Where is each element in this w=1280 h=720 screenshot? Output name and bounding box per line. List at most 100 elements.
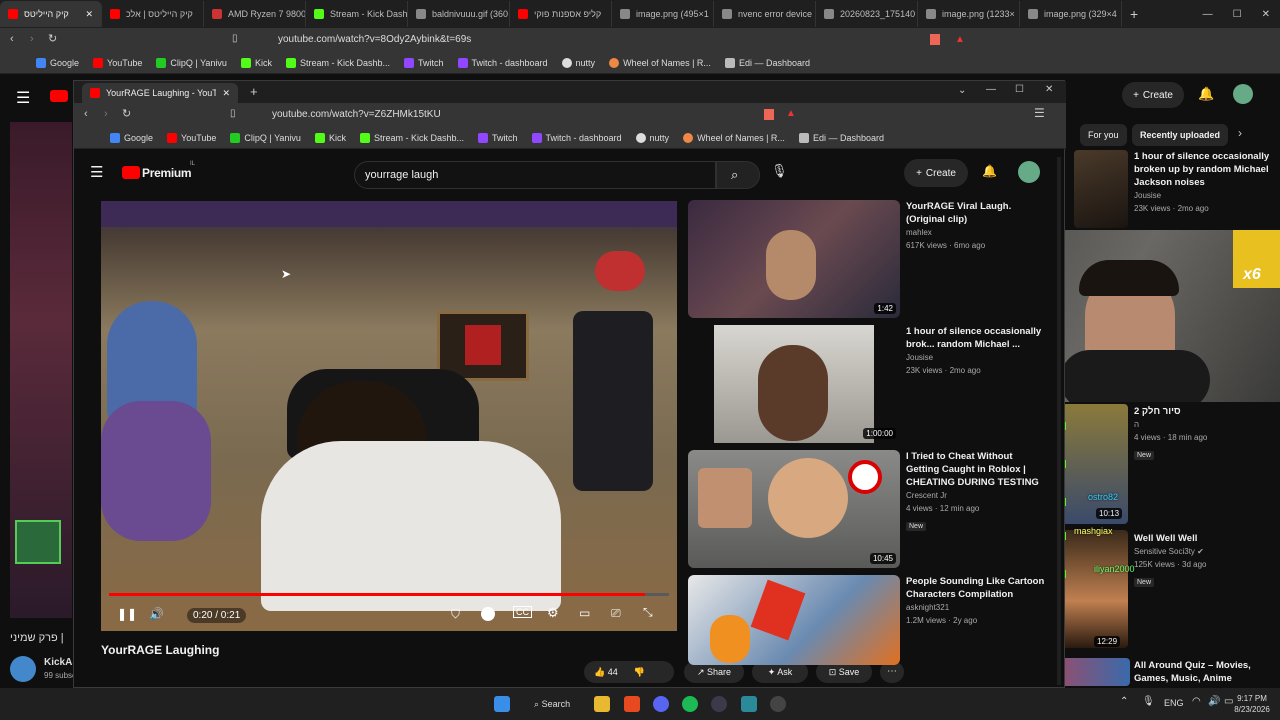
new-tab-icon[interactable]: + xyxy=(1130,6,1138,22)
bookmark-kick[interactable]: Kick xyxy=(314,132,346,143)
windows-start-icon[interactable] xyxy=(494,696,510,712)
back-icon[interactable]: ‹ xyxy=(10,33,14,45)
file-explorer-icon[interactable] xyxy=(594,696,610,712)
captions-icon[interactable]: CC xyxy=(513,606,532,618)
right-card-3[interactable]: Well Well Well Sensitive Soci3ty ✔ 125K … xyxy=(1134,532,1270,589)
forward-icon[interactable]: › xyxy=(104,108,108,120)
maximize-icon[interactable]: ☐ xyxy=(1223,9,1252,20)
clock[interactable]: 9:17 PM 8/23/2026 xyxy=(1230,693,1274,715)
new-tab-icon[interactable]: + xyxy=(250,84,258,99)
reload-icon[interactable]: ↻ xyxy=(48,32,57,45)
right-card-1[interactable]: 1 hour of silence occasionally broken up… xyxy=(1134,150,1270,215)
bookmark-kick[interactable]: Kick xyxy=(240,57,272,68)
bookmark-icon[interactable]: ▯ xyxy=(232,33,238,44)
spotify-icon[interactable] xyxy=(682,696,698,712)
recommendation-title[interactable]: People Sounding Like Cartoon Characters … xyxy=(906,575,1046,601)
scrollbar[interactable] xyxy=(1057,157,1061,685)
bookmark-clipq[interactable]: ClipQ | Yanivu xyxy=(230,132,301,143)
recommendation-card[interactable]: 1:00:00 1 hour of silence occasionally b… xyxy=(688,325,1058,445)
pause-icon[interactable]: ❚❚ xyxy=(117,607,137,621)
fullscreen-icon[interactable]: ⤡ xyxy=(643,605,653,620)
bookmark-youtube[interactable]: YouTube xyxy=(93,57,142,68)
outer-tab[interactable]: קיק הייליטס | אלכ xyxy=(102,1,204,27)
outer-tab[interactable]: קליפ אספנות פוקי xyxy=(510,1,612,27)
recommendation-channel[interactable]: Jousise xyxy=(906,351,1046,364)
like-button[interactable]: 👍 44 xyxy=(594,667,618,678)
bookmark-nutty[interactable]: nutty xyxy=(635,132,669,143)
outer-tab[interactable]: nvenc error device xyxy=(714,1,816,27)
shield-icon[interactable]: ⛉ xyxy=(451,607,460,622)
search-button[interactable]: ⌕ xyxy=(716,161,760,189)
tab-search-icon[interactable]: ⌄ xyxy=(958,85,966,96)
minimize-icon[interactable]: — xyxy=(1193,9,1223,20)
recommendation-channel[interactable]: Crescent Jr xyxy=(906,489,1046,502)
avatar[interactable] xyxy=(1233,84,1253,104)
forward-icon[interactable]: › xyxy=(30,33,34,45)
close-icon[interactable]: ✕ xyxy=(222,88,230,99)
app-icon[interactable] xyxy=(741,696,757,712)
outer-tab[interactable]: קיק הייליטס ✕ xyxy=(0,1,102,27)
chevron-up-icon[interactable]: ⌃ xyxy=(1120,696,1128,707)
right-card-2[interactable]: סיור חלק 2 ה 4 views · 18 min ago New xyxy=(1134,405,1270,462)
volume-icon[interactable]: 🔊 xyxy=(1208,696,1220,707)
bookmark-twitch-dashboard[interactable]: Twitch - dashboard xyxy=(457,57,548,68)
outer-tab[interactable]: image.png (495×1 xyxy=(612,1,714,27)
rewards-icon[interactable]: ▲ xyxy=(786,108,796,119)
bookmark-edi[interactable]: Edi — Dashboard xyxy=(798,132,884,143)
avatar[interactable] xyxy=(1018,161,1040,183)
bookmark-twitch[interactable]: Twitch xyxy=(477,132,518,143)
right-card-4[interactable]: All Around Quiz – Movies, Games, Music, … xyxy=(1134,659,1274,685)
minimize-icon[interactable]: — xyxy=(986,84,996,95)
right-thumb-1[interactable] xyxy=(1074,150,1128,228)
outer-address-bar[interactable]: youtube.com/watch?v=8Ody2Aybink&t=69s xyxy=(252,31,892,49)
menu-icon[interactable]: ☰ xyxy=(16,88,30,108)
recommendation-thumbnail[interactable]: 10:45 xyxy=(688,450,900,568)
volume-icon[interactable]: 🔊 xyxy=(149,607,164,621)
bookmark-youtube[interactable]: YouTube xyxy=(167,132,216,143)
bookmark-twitch[interactable]: Twitch xyxy=(403,57,444,68)
inner-tab[interactable]: YourRAGE Laughing - YouTub ✕ xyxy=(82,83,238,103)
chip-recently-uploaded[interactable]: Recently uploaded xyxy=(1132,124,1229,146)
close-window-icon[interactable]: ✕ xyxy=(1045,84,1053,95)
bookmark-nutty[interactable]: nutty xyxy=(561,57,595,68)
outer-tab[interactable]: image.png (1233× xyxy=(918,1,1020,27)
bookmark-icon[interactable]: ▯ xyxy=(230,108,236,119)
recommendation-card[interactable]: People Sounding Like Cartoon Characters … xyxy=(688,575,1058,665)
bookmark-wheel[interactable]: Wheel of Names | R... xyxy=(609,57,711,68)
outer-tab[interactable]: baldnivuuu.gif (360 xyxy=(408,1,510,27)
bookmark-wheel[interactable]: Wheel of Names | R... xyxy=(683,132,785,143)
brave-icon[interactable] xyxy=(624,696,640,712)
settings-icon[interactable]: ⚙ xyxy=(547,605,559,621)
recommendation-card[interactable]: 10:45 I Tried to Cheat Without Getting C… xyxy=(688,450,1058,570)
close-window-icon[interactable]: ✕ xyxy=(1252,9,1280,20)
dislike-button[interactable]: 👎 xyxy=(634,667,645,678)
bell-icon[interactable]: 🔔 xyxy=(982,164,997,178)
wifi-icon[interactable]: ◠ xyxy=(1192,696,1201,707)
recommendation-card[interactable]: 1:42 YourRAGE Viral Laugh. (Original cli… xyxy=(688,200,1058,320)
reload-icon[interactable]: ↻ xyxy=(122,107,131,120)
back-icon[interactable]: ‹ xyxy=(84,108,88,120)
bookmark-clipq[interactable]: ClipQ | Yanivu xyxy=(156,57,227,68)
language-indicator[interactable]: ENG xyxy=(1164,698,1184,708)
bookmark-google[interactable]: Google xyxy=(110,132,153,143)
bookmark-twitch-dashboard[interactable]: Twitch - dashboard xyxy=(531,132,622,143)
recommendation-title[interactable]: 1 hour of silence occasionally brok... r… xyxy=(906,325,1046,351)
brave-shield-icon[interactable] xyxy=(930,34,940,45)
create-button[interactable]: + Create xyxy=(904,159,968,187)
progress-bar[interactable] xyxy=(109,593,669,596)
menu-icon[interactable]: ☰ xyxy=(1034,106,1045,120)
youtube-premium-logo[interactable]: Premium xyxy=(142,166,192,180)
menu-icon[interactable]: ☰ xyxy=(90,163,103,181)
search-input[interactable]: yourrage laugh xyxy=(354,161,716,189)
outer-tab[interactable]: image.png (329×4 xyxy=(1020,1,1122,27)
mic-icon[interactable]: 🎙 xyxy=(1142,696,1155,707)
voice-search-icon[interactable]: 🎙 xyxy=(771,163,788,179)
chip-for-you[interactable]: For you xyxy=(1080,124,1127,146)
outer-tab[interactable]: AMD Ryzen 7 9800 xyxy=(204,1,306,27)
recommendation-thumbnail[interactable]: 1:00:00 xyxy=(688,325,900,443)
obs-icon[interactable] xyxy=(711,696,727,712)
cast-icon[interactable]: ⎚ xyxy=(611,606,621,621)
video-player[interactable]: ➤ ❚❚ 🔊 0:20 / 0:21 ⛉ CC ⚙ ▭ ⎚ ⤡ xyxy=(101,201,677,631)
miniplayer-icon[interactable]: ▭ xyxy=(579,606,590,620)
recommendation-channel[interactable]: mahlex xyxy=(906,226,1046,239)
